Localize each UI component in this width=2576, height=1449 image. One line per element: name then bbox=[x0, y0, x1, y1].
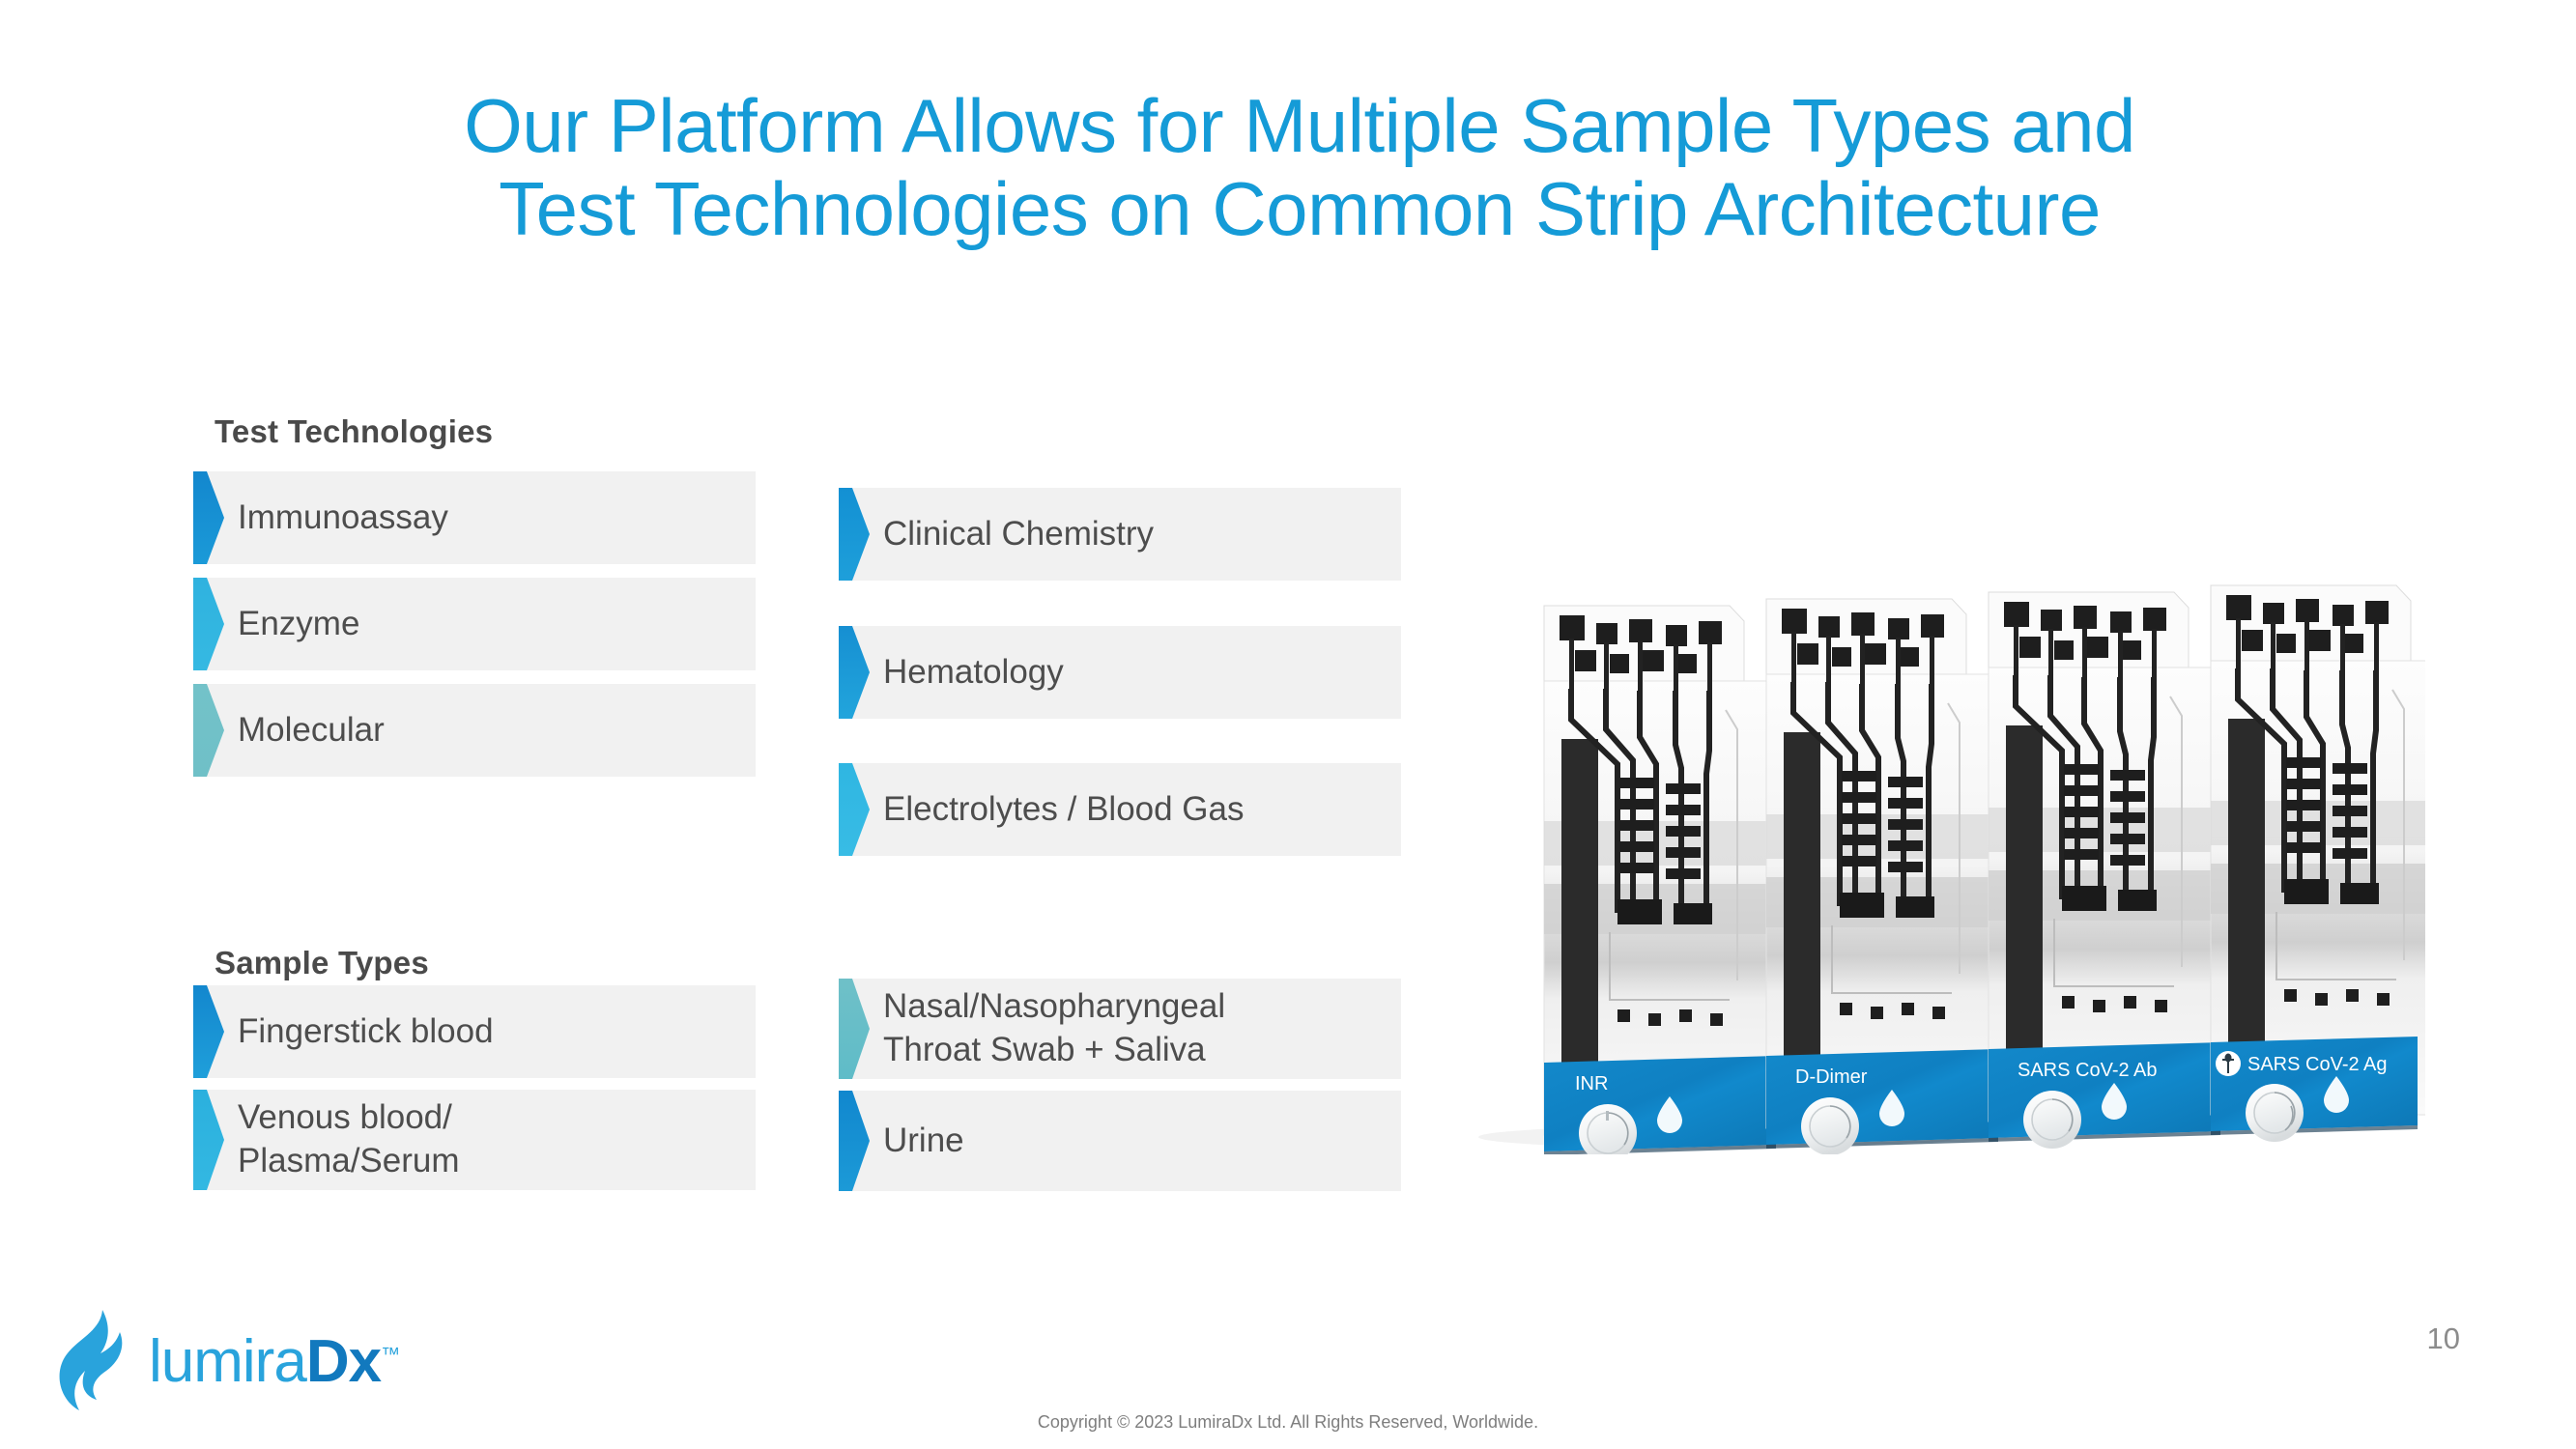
brand-name-bold: Dx bbox=[305, 1327, 382, 1395]
list-item-venous-blood-plasma-serum[interactable]: Venous blood/ Plasma/Serum bbox=[193, 1090, 756, 1190]
list-item-label: Molecular bbox=[238, 710, 385, 749]
list-item-label: Urine bbox=[883, 1121, 964, 1159]
list-item-fingerstick-blood[interactable]: Fingerstick blood bbox=[193, 985, 756, 1078]
section-heading-sample-types: Sample Types bbox=[215, 945, 429, 980]
page-title: Our Platform Allows for Multiple Sample … bbox=[464, 83, 2135, 251]
list-item-molecular[interactable]: Molecular bbox=[193, 684, 756, 777]
list-item-electrolytes-blood-gas[interactable]: Electrolytes / Blood Gas bbox=[839, 763, 1401, 856]
trademark-symbol: ™ bbox=[381, 1343, 400, 1365]
swab-icon bbox=[2216, 1051, 2241, 1076]
test-strip-stack-image: INR D-Dimer SARS CoV-2 Ab SARS CoV-2 Ag bbox=[1430, 488, 2425, 1154]
list-item-label: Electrolytes / Blood Gas bbox=[883, 789, 1245, 828]
list-item-immunoassay[interactable]: Immunoassay bbox=[193, 471, 756, 564]
list-item-nasal-nasopharyngeal-throat-swab-saliva[interactable]: Nasal/Nasopharyngeal Throat Swab + Saliv… bbox=[839, 979, 1401, 1079]
list-item-hematology[interactable]: Hematology bbox=[839, 626, 1401, 719]
list-item-label: Venous blood/ Plasma/Serum bbox=[238, 1098, 460, 1179]
list-item-enzyme[interactable]: Enzyme bbox=[193, 578, 756, 670]
list-item-label: Hematology bbox=[883, 652, 1064, 691]
list-item-clinical-chemistry[interactable]: Clinical Chemistry bbox=[839, 488, 1401, 581]
list-item-label: Nasal/Nasopharyngeal Throat Swab + Saliv… bbox=[883, 987, 1226, 1068]
list-item-label: Clinical Chemistry bbox=[883, 514, 1155, 553]
list-item-label: Immunoassay bbox=[238, 497, 448, 536]
strip-label-inr: INR bbox=[1575, 1073, 1608, 1094]
list-item-label: Fingerstick blood bbox=[238, 1011, 494, 1050]
strip-label-sars-cov-2-ab: SARS CoV-2 Ab bbox=[2018, 1060, 2158, 1081]
brand-name-light: lumira bbox=[149, 1327, 307, 1395]
list-item-urine[interactable]: Urine bbox=[839, 1091, 1401, 1191]
brand-logo: lumiraDx™ bbox=[46, 1302, 452, 1420]
strip-label-d-dimer: D-Dimer bbox=[1795, 1066, 1868, 1088]
lumiradx-flame-icon bbox=[59, 1310, 123, 1410]
section-heading-test-technologies: Test Technologies bbox=[215, 413, 494, 449]
strip-label-sars-cov-2-ag: SARS CoV-2 Ag bbox=[2247, 1054, 2388, 1075]
copyright-notice: Copyright © 2023 LumiraDx Ltd. All Right… bbox=[1037, 1412, 1539, 1432]
page-number: 10 bbox=[2426, 1321, 2460, 1355]
brand-wordmark: lumiraDx™ bbox=[149, 1327, 400, 1396]
slide-canvas: Our Platform Allows for Multiple Sample … bbox=[0, 0, 2576, 1449]
list-item-label: Enzyme bbox=[238, 604, 360, 642]
